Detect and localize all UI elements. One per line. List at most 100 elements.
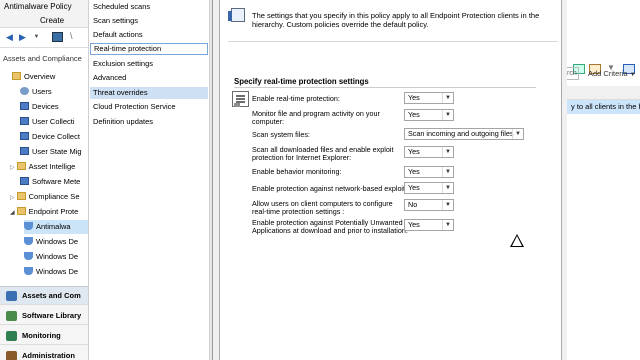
setting-label-pua-protection: Enable protection against Potentially Un… [252,218,408,235]
tree-item-users[interactable]: Users [20,85,52,99]
page-scan-settings[interactable]: Scan settings [90,15,208,27]
tree-item-label: Antimalwa [36,222,71,231]
chevron-down-icon: ▼ [442,220,453,230]
folder-icon [16,192,26,200]
tree-item-software-metering[interactable]: Software Mete [20,175,80,189]
page-cloud-protection-service[interactable]: Cloud Protection Service [90,101,208,113]
collapse-arrow-icon[interactable]: ◢ [10,210,15,216]
divider [228,41,558,42]
tree-item-windows-defender-2[interactable]: Windows De [24,250,78,264]
dropdown-value: Yes [408,147,420,156]
user-icon [20,87,29,95]
pua-protection-dropdown[interactable]: Yes ▼ [404,219,454,231]
folder-icon [16,207,26,215]
network-exploits-dropdown[interactable]: Yes ▼ [404,182,454,194]
metering-icon [20,177,29,185]
tree-item-device-collections[interactable]: Device Collect [20,130,80,144]
settings-panel: The settings that you specify in this po… [212,0,567,360]
settings-content: The settings that you specify in this po… [219,0,562,360]
workspace-label: Software Library [22,311,82,320]
console-root-icon [52,32,63,42]
setting-label-network-exploits: Enable protection against network-based … [252,184,411,193]
dropdown-value: Yes [408,167,420,176]
table-row[interactable]: y to all clients in the hie [567,100,640,114]
shield-icon [24,252,33,260]
policy-info-text: The settings that you specify in this po… [252,11,540,29]
monitor-file-activity-dropdown[interactable]: Yes ▼ [404,109,454,121]
ribbon-tab-antimalware-policy[interactable]: Antimalware Policy [4,2,72,11]
add-criteria-label: Add Criteria [588,69,628,78]
ribbon: Antimalware Policy Create [0,0,88,28]
console-navigation-pane: Antimalware Policy Create ◀ ▶ ▼ \ Assets… [0,0,88,360]
page-threat-overrides[interactable]: Threat overrides [90,87,208,99]
workspace-label: Assets and Com [22,291,81,300]
tree-item-user-state-migration[interactable]: User State Mig [20,145,82,159]
tree-item-label: Users [32,87,52,96]
expand-arrow-icon[interactable]: ▷ [10,195,15,201]
workspace-switcher: Assets and Com Software Library Monitori… [0,286,88,360]
shield-icon [24,267,33,275]
back-arrow-icon[interactable]: ◀ [4,32,15,43]
chevron-down-icon[interactable]: ▼ [31,32,42,43]
dropdown-value: No [408,200,418,209]
behavior-monitoring-dropdown[interactable]: Yes ▼ [404,166,454,178]
shield-icon [24,222,33,230]
workspace-label: Administration [22,351,75,360]
section-heading: Specify real-time protection settings [234,77,369,86]
page-advanced[interactable]: Advanced [90,72,208,84]
tree-item-antimalware-policies[interactable]: Antimalwa [24,220,88,234]
tree-item-label: Devices [32,102,59,111]
workspace-administration[interactable]: Administration [0,347,88,360]
address-bar: ◀ ▶ ▼ \ [0,28,88,48]
tree-item-label: Windows De [36,252,79,261]
add-criteria-button[interactable]: Add Criteria ▼ [588,69,636,78]
tree-item-compliance-settings[interactable]: ▷ Compliance Se [10,190,79,204]
page-scheduled-scans[interactable]: Scheduled scans [90,1,208,13]
workspace-software-library[interactable]: Software Library [0,307,88,325]
tree-item-label: Windows De [36,267,79,276]
dropdown-value: Scan incoming and outgoing files [408,129,514,138]
page-real-time-protection[interactable]: Real-time protection [90,43,208,55]
enable-real-time-protection-dropdown[interactable]: Yes ▼ [404,92,454,104]
tree-item-label: Overview [24,72,56,81]
tree-item-windows-defender-3[interactable]: Windows De [24,265,78,279]
chevron-down-icon: ▼ [442,147,453,157]
scan-system-files-dropdown[interactable]: Scan incoming and outgoing files ▼ [404,128,524,140]
page-default-actions[interactable]: Default actions [90,29,208,41]
page-definition-updates[interactable]: Definition updates [90,116,208,128]
tree-item-label: User State Mig [32,147,82,156]
tree-item-label: Device Collect [32,132,80,141]
workspace-monitoring[interactable]: Monitoring [0,327,88,345]
scan-downloaded-files-dropdown[interactable]: Yes ▼ [404,146,454,158]
tree-item-asset-intelligence[interactable]: ▷ Asset Intellige [10,160,75,174]
tree-item-endpoint-protection[interactable]: ◢ Endpoint Prote [10,205,78,219]
tree-item-label: Software Mete [32,177,81,186]
page-exclusion-settings[interactable]: Exclusion settings [90,58,208,70]
tree-item-label: Compliance Se [28,192,80,201]
collection-icon [20,132,29,140]
dropdown-value: Yes [408,93,420,102]
tree-item-overview[interactable]: Overview [12,70,55,84]
chevron-down-icon: ▼ [442,183,453,193]
ribbon-group-create: Create [40,16,65,25]
allow-user-configure-dropdown[interactable]: No ▼ [404,199,454,211]
results-column-header[interactable] [567,86,640,100]
tree-item-user-collections[interactable]: User Collecti [20,115,75,129]
policy-info-icon [228,8,248,24]
workspace-title: Assets and Compliance [3,54,82,63]
tree-item-devices[interactable]: Devices [20,100,59,114]
workspace-assets-and-compliance[interactable]: Assets and Com [0,287,88,305]
forward-arrow-icon[interactable]: ▶ [17,32,28,43]
shield-icon [24,237,33,245]
mouse-pointer-icon [512,236,522,246]
expand-arrow-icon[interactable]: ▷ [10,165,15,171]
path-separator-icon: \ [70,31,73,41]
folder-icon [16,162,26,170]
tree-item-label: Asset Intellige [28,162,76,171]
search-input[interactable]: rch [567,67,579,80]
tree-item-label: User Collecti [32,117,75,126]
tree-item-label: Windows De [36,237,79,246]
tree-item-windows-defender-1[interactable]: Windows De [24,235,78,249]
chevron-down-icon: ▼ [512,129,523,139]
results-toolbar: ▼ [567,30,640,74]
